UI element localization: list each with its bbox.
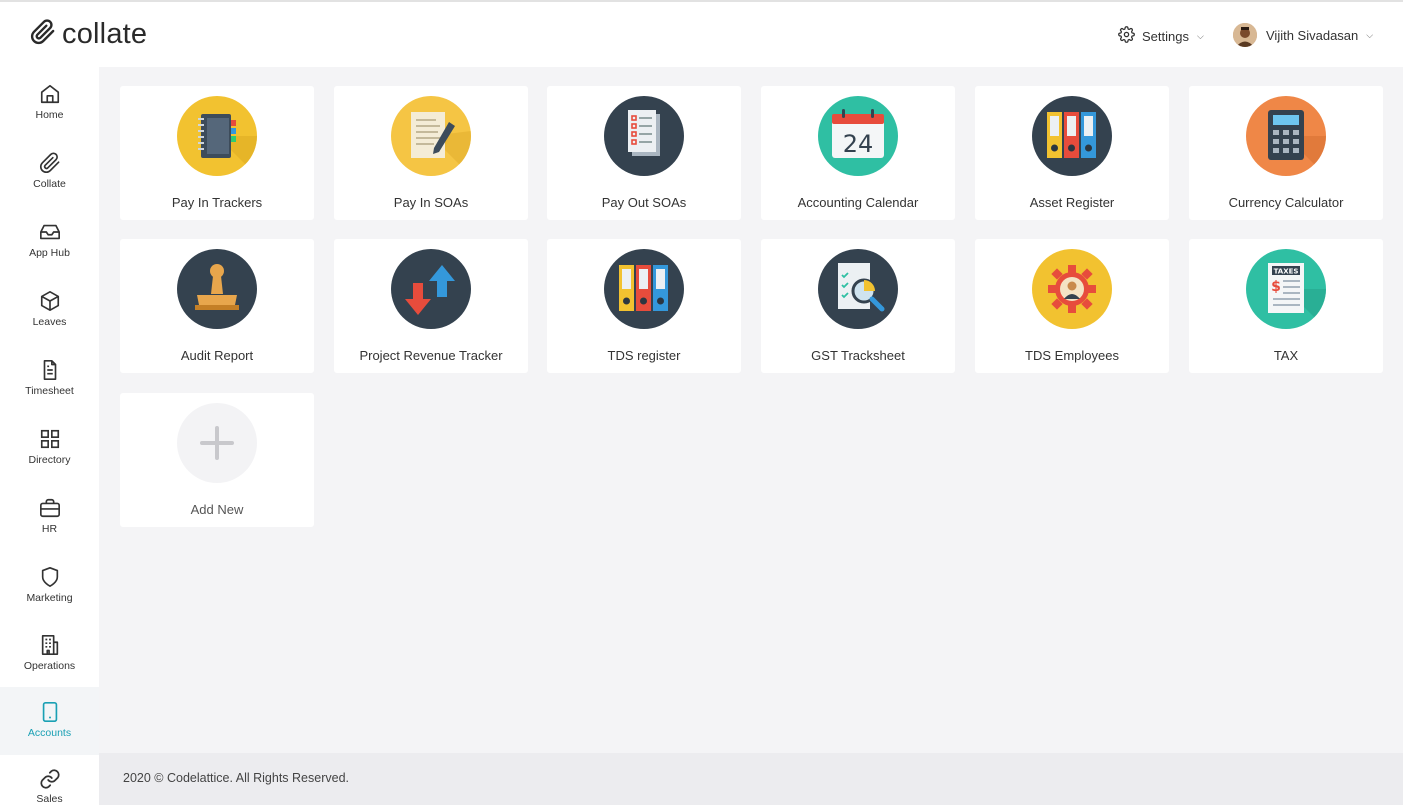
app-card-currency-calculator[interactable]: Currency Calculator xyxy=(1189,86,1383,220)
sidebar-item-timesheet[interactable]: Timesheet xyxy=(0,345,99,413)
app-name: collate xyxy=(62,18,148,50)
app-card-pay-in-soas[interactable]: Pay In SOAs xyxy=(334,86,528,220)
link-icon xyxy=(39,767,61,791)
app-card-label: Currency Calculator xyxy=(1228,195,1344,210)
binders-icon xyxy=(1032,96,1112,176)
sidebar-item-accounts[interactable]: Accounts xyxy=(0,687,99,755)
footer: 2020 © Codelattice. All Rights Reserved. xyxy=(99,753,1403,805)
sidebar-item-hr[interactable]: HR xyxy=(0,483,99,551)
sidebar-item-label: Leaves xyxy=(32,316,67,328)
sidebar-item-leaves[interactable]: Leaves xyxy=(0,276,99,344)
chevron-down-icon: ⌵ xyxy=(1366,29,1374,40)
grid-icon xyxy=(39,426,61,452)
sidebar-item-label: Home xyxy=(35,109,64,121)
app-card-tds-employees[interactable]: TDS Employees xyxy=(975,239,1169,373)
app-card-label: TAX xyxy=(1273,348,1299,363)
briefcase-icon xyxy=(39,495,61,521)
app-card-asset-register[interactable]: Asset Register xyxy=(975,86,1169,220)
sidebar-item-label: Operations xyxy=(23,660,76,672)
settings-menu[interactable]: Settings ⌵ xyxy=(1118,26,1204,46)
sidebar-item-operations[interactable]: Operations xyxy=(0,620,99,688)
avatar xyxy=(1233,23,1257,47)
notebook-icon xyxy=(177,96,257,176)
sidebar-item-label: Directory xyxy=(28,454,71,466)
app-card-label: TDS Employees xyxy=(1025,348,1119,363)
home-icon xyxy=(39,81,61,107)
calculator-icon xyxy=(1246,96,1326,176)
checklist-icon xyxy=(604,96,684,176)
app-card-label: Pay Out SOAs xyxy=(601,195,687,210)
tablet-icon xyxy=(39,699,61,725)
copyright-text: 2020 © Codelattice. All Rights Reserved. xyxy=(123,771,349,785)
app-card-label: Pay In SOAs xyxy=(393,195,469,210)
app-card-audit-report[interactable]: Audit Report xyxy=(120,239,314,373)
calendar-icon: 24 xyxy=(818,96,898,176)
arrows-icon xyxy=(391,249,471,329)
app-logo[interactable]: collate xyxy=(30,18,147,51)
document-pen-icon xyxy=(391,96,471,176)
inbox-icon xyxy=(39,219,61,245)
sidebar-item-label: Marketing xyxy=(26,592,73,604)
user-name: Vijith Sivadasan xyxy=(1266,27,1359,43)
sidebar-item-collate[interactable]: Collate xyxy=(0,138,99,206)
sidebar-item-label: HR xyxy=(41,523,58,535)
sidebar-item-label: Timesheet xyxy=(25,385,74,397)
app-card-project-revenue-tracker[interactable]: Project Revenue Tracker xyxy=(334,239,528,373)
gear-icon xyxy=(1118,26,1135,46)
paperclip-logo-icon xyxy=(30,19,56,50)
top-bar: collate Settings ⌵ Vijith Sivadasan ⌵ xyxy=(0,0,1403,67)
sidebar-item-home[interactable]: Home xyxy=(0,69,99,137)
settings-label: Settings xyxy=(1142,28,1189,44)
sidebar-item-label: Sales xyxy=(36,793,63,805)
plus-icon xyxy=(177,403,257,483)
add-new-card[interactable]: Add New xyxy=(120,393,314,527)
app-card-label: GST Tracksheet xyxy=(811,348,905,363)
app-card-label: Project Revenue Tracker xyxy=(359,348,503,363)
sidebar-item-label: Accounts xyxy=(27,727,72,739)
building-icon xyxy=(39,632,61,658)
sidebar-item-sales[interactable]: Sales xyxy=(0,755,99,805)
tax-banner: TAXES xyxy=(1274,268,1299,276)
box-icon xyxy=(39,288,61,314)
app-card-label: TDS register xyxy=(607,348,681,363)
app-card-label: Audit Report xyxy=(180,348,254,363)
user-menu[interactable]: Vijith Sivadasan ⌵ xyxy=(1233,23,1373,47)
add-new-label: Add New xyxy=(190,502,244,517)
document-icon xyxy=(39,357,61,383)
sidebar-item-label: Collate xyxy=(33,178,66,190)
app-card-label: Pay In Trackers xyxy=(171,195,263,210)
app-card-accounting-calendar[interactable]: 24 Accounting Calendar xyxy=(761,86,955,220)
chevron-down-icon: ⌵ xyxy=(1196,30,1204,41)
app-card-tds-register[interactable]: TDS register xyxy=(547,239,741,373)
sidebar-item-marketing[interactable]: Marketing xyxy=(0,552,99,620)
app-card-pay-in-trackers[interactable]: Pay In Trackers xyxy=(120,86,314,220)
sidebar-item-label: App Hub xyxy=(29,247,70,259)
app-card-label: Asset Register xyxy=(1029,195,1115,210)
sidebar: Home Collate App Hub Leaves Timesheet Di… xyxy=(0,67,99,805)
binders-icon xyxy=(604,249,684,329)
tax-sheet-icon: TAXES $ xyxy=(1246,249,1326,329)
svg-text:$: $ xyxy=(1271,279,1281,295)
app-card-gst-tracksheet[interactable]: GST Tracksheet xyxy=(761,239,955,373)
app-card-tax[interactable]: TAXES $ TAX xyxy=(1189,239,1383,373)
app-card-pay-out-soas[interactable]: Pay Out SOAs xyxy=(547,86,741,220)
calendar-day: 24 xyxy=(843,130,874,158)
sidebar-item-directory[interactable]: Directory xyxy=(0,414,99,482)
app-card-label: Accounting Calendar xyxy=(797,195,919,210)
sidebar-item-app-hub[interactable]: App Hub xyxy=(0,207,99,275)
stamp-icon xyxy=(177,249,257,329)
gear-person-icon xyxy=(1032,249,1112,329)
shield-icon xyxy=(39,564,61,590)
paperclip-icon xyxy=(39,150,61,176)
magnifier-report-icon xyxy=(818,249,898,329)
